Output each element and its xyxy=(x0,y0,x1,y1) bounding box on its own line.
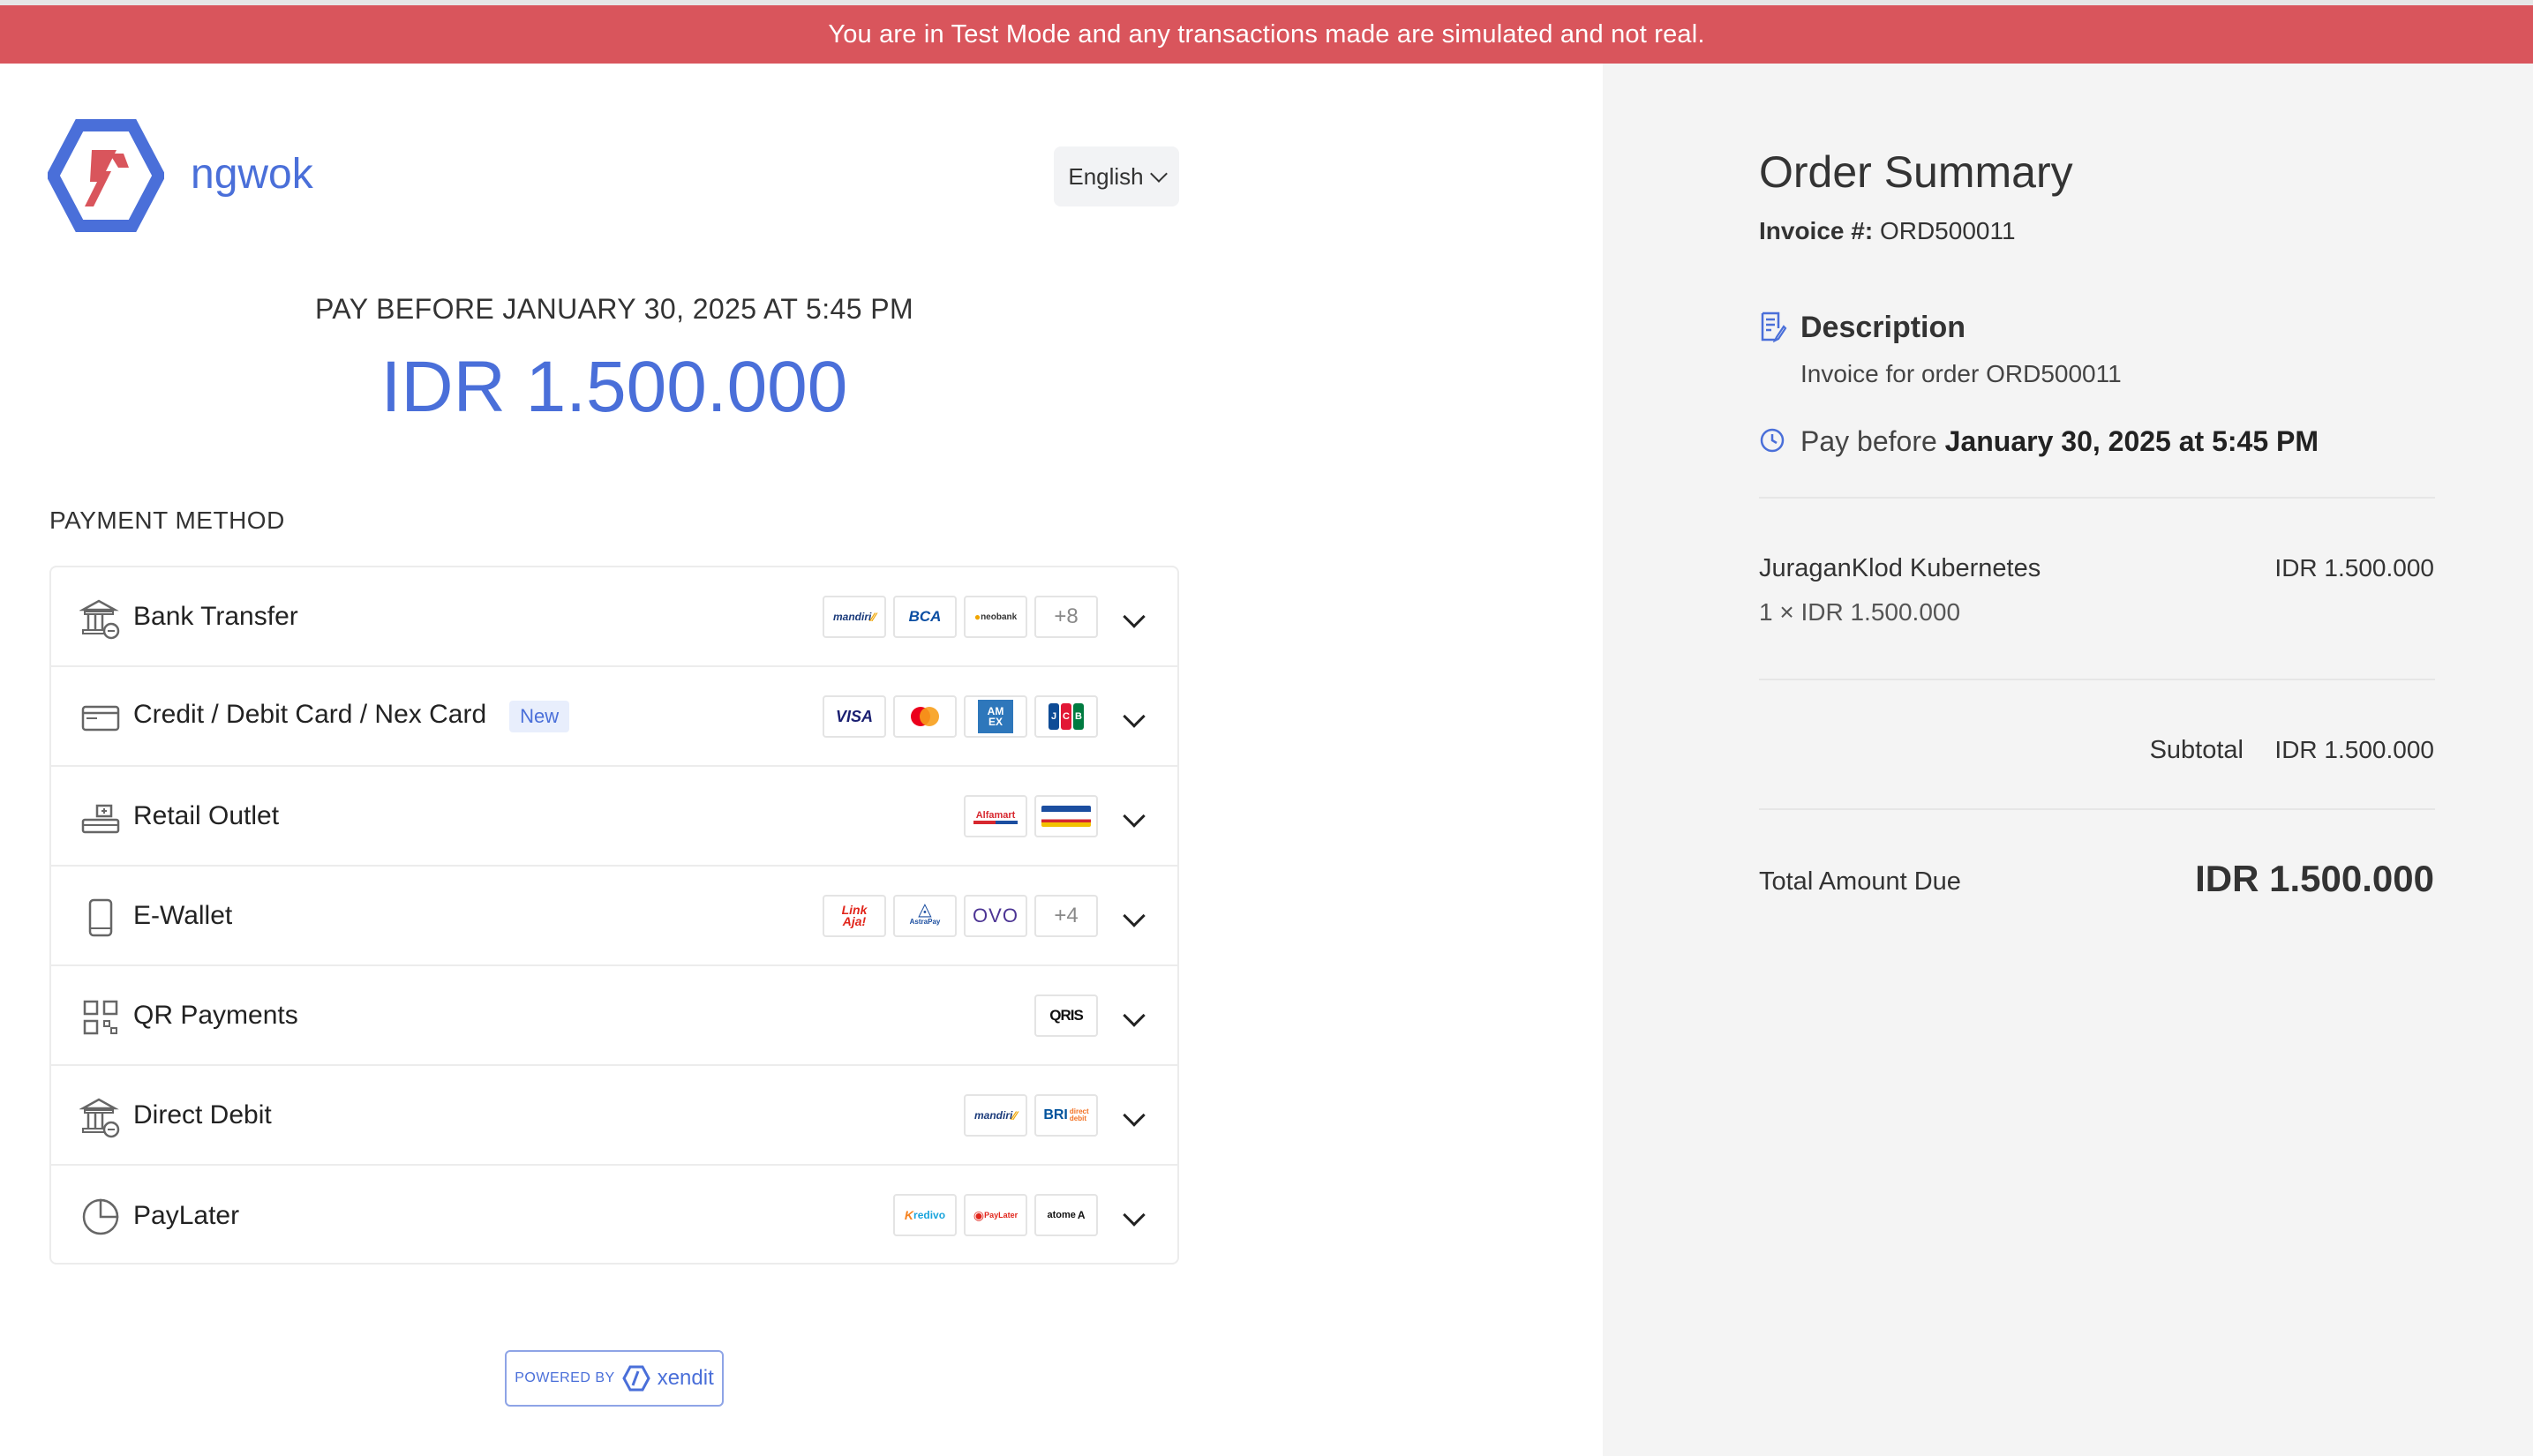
method-logos: QRIS xyxy=(1034,994,1098,1037)
language-selector[interactable]: English xyxy=(1054,146,1179,206)
powered-by-xendit[interactable]: POWERED BY xendit xyxy=(505,1350,724,1407)
method-credit-card[interactable]: Credit / Debit Card / Nex Card New VISA A… xyxy=(51,667,1177,767)
method-qr-payments[interactable]: QR Payments QRIS xyxy=(51,966,1177,1066)
subtotal-label: Subtotal xyxy=(2149,736,2244,764)
qr-icon xyxy=(83,1000,118,1035)
bri-logo-icon: BRI direct debit xyxy=(1034,1094,1098,1137)
more-banks-count: +8 xyxy=(1034,596,1098,638)
invoice-value: ORD500011 xyxy=(1879,217,2016,244)
language-label: English xyxy=(1068,162,1144,190)
bank-icon xyxy=(79,1098,120,1138)
store-icon xyxy=(81,804,120,834)
powered-by-brand: xendit xyxy=(657,1366,714,1390)
akulaku-paylater-logo-icon: ◉ PayLater xyxy=(964,1194,1027,1236)
method-logos: Kredivo ◉ PayLater atome A xyxy=(893,1194,1098,1236)
method-bank-transfer[interactable]: Bank Transfer mandiri ⁄⁄ BCA ● neobank +8 xyxy=(51,567,1177,667)
chevron-down-icon[interactable] xyxy=(1123,605,1146,628)
method-label: Retail Outlet xyxy=(133,800,280,830)
method-logos: Alfamart xyxy=(964,795,1098,837)
due-date: January 30, 2025 at 5:45 PM xyxy=(1944,425,2319,457)
clock-icon xyxy=(1760,428,1785,453)
pay-before-summary: Pay before January 30, 2025 at 5:45 PM xyxy=(1800,425,2319,458)
kredivo-logo-icon: Kredivo xyxy=(893,1194,957,1236)
atome-logo-icon: atome A xyxy=(1034,1194,1098,1236)
method-logos: VISA AM EX JCB xyxy=(823,695,1098,738)
pie-icon xyxy=(82,1198,119,1235)
method-paylater[interactable]: PayLater Kredivo ◉ PayLater atome A xyxy=(51,1166,1177,1265)
chevron-down-icon[interactable] xyxy=(1123,904,1146,927)
method-label: Direct Debit xyxy=(133,1100,272,1130)
payment-methods-list: Bank Transfer mandiri ⁄⁄ BCA ● neobank +8 … xyxy=(49,566,1179,1265)
new-badge: New xyxy=(509,700,570,732)
invoice-number: Invoice #: ORD500011 xyxy=(1759,217,2016,245)
pay-before-text: PAY BEFORE JANUARY 30, 2025 AT 5:45 PM xyxy=(314,293,914,325)
qris-logo-icon: QRIS xyxy=(1034,994,1098,1037)
merchant-logo-icon xyxy=(48,119,164,232)
method-logos: mandiri ⁄⁄ BCA ● neobank +8 xyxy=(823,596,1098,638)
divider xyxy=(1759,808,2435,810)
chevron-down-icon xyxy=(1149,165,1168,183)
method-logos: Link Aja! ◬ AstraPay OVO +4 xyxy=(823,895,1098,937)
line-item-price: IDR 1.500.000 xyxy=(2274,554,2434,582)
bca-logo-icon: BCA xyxy=(893,596,957,638)
method-direct-debit[interactable]: Direct Debit mandiri ⁄⁄ BRI direct debit xyxy=(51,1066,1177,1166)
mandiri-logo-icon: mandiri ⁄⁄ xyxy=(823,596,886,638)
method-logos: mandiri ⁄⁄ BRI direct debit xyxy=(964,1094,1098,1137)
method-label: QR Payments xyxy=(133,1000,298,1030)
xendit-logo-icon xyxy=(621,1365,650,1392)
due-prefix: Pay before xyxy=(1800,425,1937,457)
method-e-wallet[interactable]: E-Wallet Link Aja! ◬ AstraPay OVO +4 xyxy=(51,867,1177,966)
description-text: Invoice for order ORD500011 xyxy=(1800,360,2122,387)
mastercard-logo-icon xyxy=(893,695,957,738)
chevron-down-icon[interactable] xyxy=(1123,805,1146,828)
subtotal-value: IDR 1.500.000 xyxy=(2274,736,2434,763)
merchant-name: ngwok xyxy=(191,151,313,198)
method-label: Bank Transfer xyxy=(133,601,298,631)
astrapay-logo-icon: ◬ AstraPay xyxy=(893,895,957,937)
line-item-quantity: 1 × IDR 1.500.000 xyxy=(1759,598,1961,626)
order-summary-title: Order Summary xyxy=(1759,147,2073,197)
visa-logo-icon: VISA xyxy=(823,695,886,738)
test-mode-banner: You are in Test Mode and any transaction… xyxy=(0,5,2533,64)
total-amount-label: Total Amount Due xyxy=(1759,867,1961,896)
neobank-logo-icon: ● neobank xyxy=(964,596,1027,638)
card-icon xyxy=(81,705,120,732)
divider xyxy=(1759,679,2435,680)
linkaja-logo-icon: Link Aja! xyxy=(823,895,886,937)
powered-by-prefix: POWERED BY xyxy=(515,1370,615,1385)
phone-icon xyxy=(88,898,113,937)
document-edit-icon xyxy=(1761,311,1787,342)
method-label: Credit / Debit Card / Nex Card New xyxy=(133,700,570,732)
bank-icon xyxy=(79,599,120,640)
total-amount-value: IDR 1.500.000 xyxy=(2195,858,2434,899)
ovo-logo-icon: OVO xyxy=(964,895,1027,937)
amex-logo-icon: AM EX xyxy=(964,695,1027,738)
description-heading: Description xyxy=(1800,311,1966,344)
alfamart-logo-icon: Alfamart xyxy=(964,795,1027,837)
more-wallets-count: +4 xyxy=(1034,895,1098,937)
indomaret-logo-icon xyxy=(1034,795,1098,837)
invoice-label: Invoice #: xyxy=(1759,217,1874,244)
chevron-down-icon[interactable] xyxy=(1123,1004,1146,1027)
chevron-down-icon[interactable] xyxy=(1123,1104,1146,1127)
method-label: E-Wallet xyxy=(133,900,233,930)
mandiri-logo-icon: mandiri ⁄⁄ xyxy=(964,1094,1027,1137)
method-label-text: Credit / Debit Card / Nex Card xyxy=(133,700,487,730)
payment-amount: IDR 1.500.000 xyxy=(380,347,848,427)
chevron-down-icon[interactable] xyxy=(1123,1204,1146,1227)
chevron-down-icon[interactable] xyxy=(1123,705,1146,728)
line-item-name: JuraganKlod Kubernetes xyxy=(1759,554,2041,582)
method-label: PayLater xyxy=(133,1200,240,1230)
jcb-logo-icon: JCB xyxy=(1034,695,1098,738)
payment-method-heading: PAYMENT METHOD xyxy=(49,507,285,534)
divider xyxy=(1759,497,2435,499)
method-retail-outlet[interactable]: Retail Outlet Alfamart xyxy=(51,767,1177,867)
